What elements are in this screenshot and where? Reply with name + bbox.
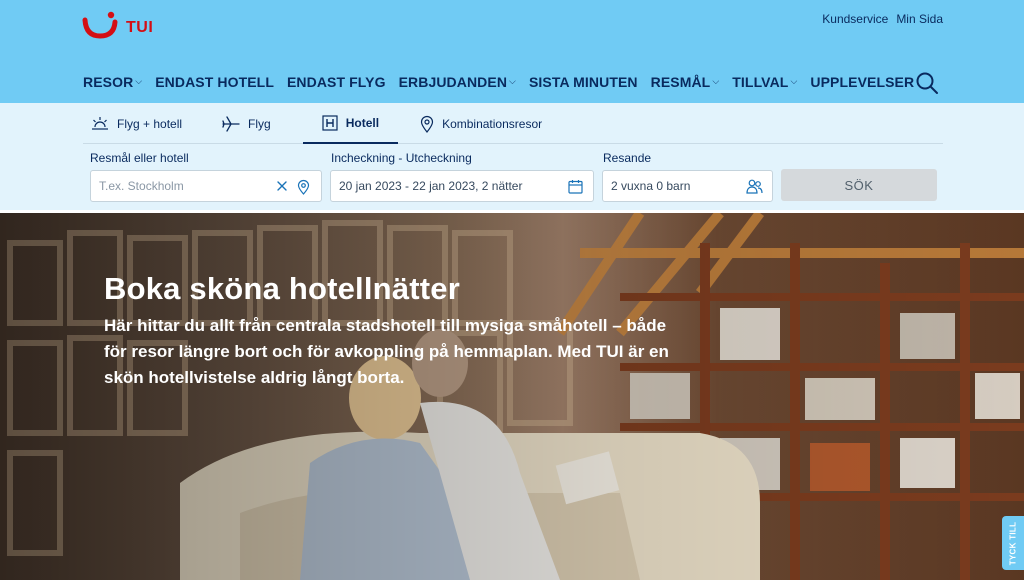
hero-banner: Boka sköna hotellnätter Här hittar du al… [0,213,1024,580]
tui-logo[interactable]: TUI [82,10,153,40]
nav-label: ERBJUDANDEN [398,74,508,90]
travelers-value: 2 vuxna 0 barn [611,179,691,193]
nav-item-tillval[interactable]: TILLVAL ⌵ [732,74,797,90]
dates-label: Incheckning - Utcheckning [331,151,472,165]
nav-item-erbjudanden[interactable]: ERBJUDANDEN ⌵ [399,74,516,90]
search-panel: Flyg + hotell Flyg Hotell Kombinationsre… [0,103,1024,210]
chevron-down-icon: ⌵ [135,75,143,86]
chevron-down-icon: ⌵ [790,75,798,86]
search-submit-button[interactable]: SÖK [781,169,937,201]
search-icon [916,72,938,94]
tui-smile-icon [82,11,118,39]
nav-label: RESOR [83,74,134,90]
nav-item-sista-minuten[interactable]: SISTA MINUTEN [529,74,638,90]
tab-label: Hotell [345,115,380,130]
tab-hotell[interactable]: Hotell [302,103,399,144]
dates-value: 20 jan 2023 - 22 jan 2023, 2 nätter [339,179,523,193]
destination-label: Resmål eller hotell [90,151,189,165]
destination-field[interactable]: T.ex. Stockholm [90,170,322,202]
product-tabs: Flyg + hotell Flyg Hotell Kombinationsre… [83,103,943,144]
tab-label: Flyg + hotell [117,116,183,131]
destination-input[interactable]: T.ex. Stockholm [99,179,184,193]
travelers-field[interactable]: 2 vuxna 0 barn [602,170,773,202]
tab-flyg[interactable]: Flyg [214,103,279,144]
tab-flyg-hotell[interactable]: Flyg + hotell [83,103,190,144]
chevron-down-icon: ⌵ [712,75,720,86]
tab-label: Kombinationsresor [442,116,543,131]
nav-label: RESMÅL [650,74,711,90]
hero-title: Boka sköna hotellnätter [104,271,461,306]
nav-label: ENDAST HOTELL [155,74,274,90]
nav-label: TILLVAL [732,74,789,90]
tab-label: Flyg [248,116,271,131]
calendar-icon [568,180,583,194]
nav-item-endast-hotell[interactable]: ENDAST HOTELL [155,74,274,90]
location-pin-icon [420,115,434,133]
tab-kombinationsresor[interactable]: Kombinationsresor [412,103,550,144]
dates-field[interactable]: 20 jan 2023 - 22 jan 2023, 2 nätter [330,170,594,202]
customer-service-link[interactable]: Kundservice [822,12,888,26]
hero-image [0,213,1024,580]
nav-item-upplevelser[interactable]: UPPLEVELSER [810,74,914,90]
nav-item-endast-flyg[interactable]: ENDAST FLYG [287,74,386,90]
site-header: TUI Kundservice Min Sida RESOR ⌵ ENDAST H… [0,0,1024,103]
clear-icon[interactable] [275,179,289,193]
nav-item-resor[interactable]: RESOR ⌵ [83,74,142,90]
hotel-icon [322,114,338,131]
utility-links: Kundservice Min Sida [822,12,943,26]
main-nav: RESOR ⌵ ENDAST HOTELL ENDAST FLYG ERBJUDA… [83,74,927,90]
my-page-link[interactable]: Min Sida [896,12,943,26]
location-pin-icon [297,179,310,195]
feedback-label: TYCK TILL [1008,521,1018,565]
search-button[interactable] [915,71,939,95]
nav-label: SISTA MINUTEN [528,74,638,90]
people-icon [746,179,763,194]
nav-label: UPPLEVELSER [810,74,915,90]
brand-name: TUI [126,19,154,36]
nav-label: ENDAST FLYG [286,74,386,90]
hero-description: Här hittar du allt från centrala stadsho… [104,316,669,387]
travelers-label: Resande [603,151,652,165]
sun-icon [92,116,108,130]
chevron-down-icon: ⌵ [509,75,516,86]
nav-item-resmal[interactable]: RESMÅL ⌵ [651,74,720,90]
feedback-tab[interactable]: TYCK TILL [1002,516,1024,570]
plane-icon [222,115,240,132]
